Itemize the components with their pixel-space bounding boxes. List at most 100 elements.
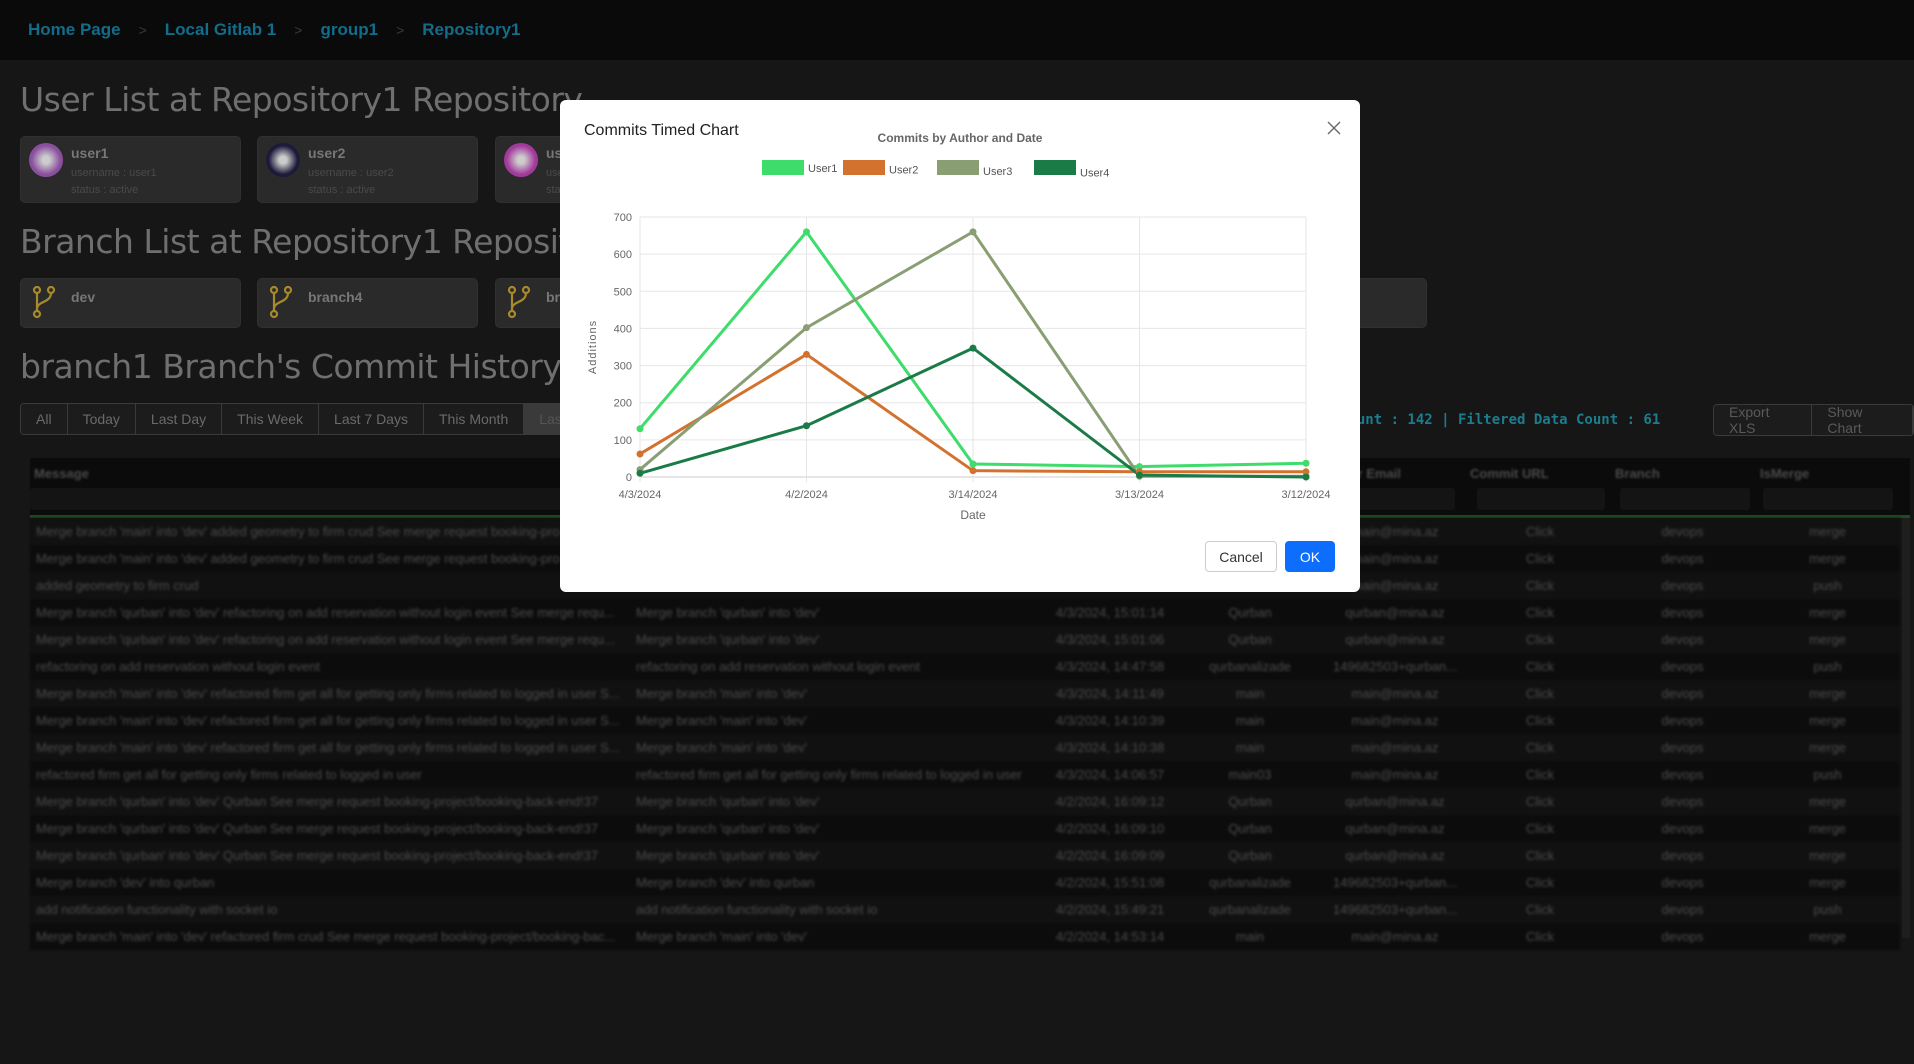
cell-commit-url[interactable]: Click [1470,713,1610,728]
filter-this-month[interactable]: This Month [423,404,525,434]
cell-branch: devops [1661,929,1704,944]
export-xls-button[interactable]: Export XLS [1714,405,1813,435]
table-row[interactable]: Merge branch 'main' into 'dev' refactore… [30,734,1900,761]
table-row[interactable]: Merge branch 'qurban' into 'dev' refacto… [30,599,1900,626]
data-count: Count : 142 | Filtered Data Count : 61 [1340,412,1661,428]
legend-item-user1[interactable]: User1 [762,160,837,175]
data-point-user3[interactable] [969,228,977,236]
data-point-user1[interactable] [803,228,810,236]
cell-date: 4/3/2024, 15:01:06 [1055,632,1165,647]
column-message[interactable]: Message [34,466,89,481]
cell-commit-url[interactable]: Click [1470,578,1610,593]
data-point-user4[interactable] [803,422,810,430]
y-tick-label: 700 [614,212,632,224]
table-row[interactable]: Merge branch 'dev' into qurban Merge bran… [30,869,1900,896]
table-row[interactable]: refactoring on add reservation without l… [30,653,1900,680]
table-scrollbar[interactable] [1902,518,1910,938]
cell-commit-url[interactable]: Click [1470,605,1610,620]
branch-filter-input[interactable] [1620,488,1750,510]
breadcrumb-repository[interactable]: Repository1 [422,20,520,40]
data-point-user1[interactable] [636,425,644,433]
cell-title: Merge branch 'qurban' into 'dev' [636,794,820,809]
filter-last-7-days[interactable]: Last 7 Days [319,404,424,434]
breadcrumb-gitlab[interactable]: Local Gitlab 1 [165,20,276,40]
filter-this-week[interactable]: This Week [222,404,320,434]
chevron-right-icon: > [138,22,147,38]
cell-commit-url[interactable]: Click [1470,902,1610,917]
breadcrumb-group[interactable]: group1 [320,20,378,40]
cell-commit-url[interactable]: Click [1470,551,1610,566]
legend-swatch [937,160,979,175]
filter-all[interactable]: All [21,404,68,434]
branch-card[interactable]: branch4 [257,278,478,328]
data-point-user2[interactable] [969,467,977,475]
table-row[interactable]: Merge branch 'main' into 'dev' refactore… [30,707,1900,734]
cell-email: qurban@mina.az [1345,605,1445,620]
branch-card[interactable]: dev [20,278,241,328]
cell-commit-url[interactable]: Click [1470,767,1610,782]
column-ismerge[interactable]: IsMerge [1760,466,1809,481]
data-point-user4[interactable] [1302,473,1310,481]
data-point-user1[interactable] [969,460,977,468]
cell-email: qurban@mina.az [1345,632,1445,647]
filter-last-day[interactable]: Last Day [135,404,223,434]
legend-item-user2[interactable]: User2 [843,160,918,177]
cell-ismerge: merge [1809,713,1846,728]
cell-date: 4/2/2024, 16:09:12 [1055,794,1165,809]
table-row[interactable]: Merge branch 'main' into 'dev' refactore… [30,680,1900,707]
table-row[interactable]: Merge branch 'qurban' into 'dev' refacto… [30,626,1900,653]
cell-branch: devops [1661,794,1704,809]
cell-commit-url[interactable]: Click [1470,632,1610,647]
ok-button[interactable]: OK [1285,541,1335,572]
user-card[interactable]: user1 username : user1 status : active [20,136,241,203]
data-point-user4[interactable] [636,469,644,477]
cancel-button[interactable]: Cancel [1205,541,1277,572]
cell-author: main [1235,686,1265,701]
cell-commit-url[interactable]: Click [1470,875,1610,890]
user-card[interactable]: user2 username : user2 status : active [257,136,478,203]
cell-commit-url[interactable]: Click [1470,524,1610,539]
cell-commit-url[interactable]: Click [1470,821,1610,836]
avatar [29,143,63,177]
column-branch[interactable]: Branch [1615,466,1660,481]
cell-author: main [1235,929,1265,944]
cell-commit-url[interactable]: Click [1470,686,1610,701]
message-filter-input[interactable] [30,488,630,510]
cell-email: qurban@mina.az [1345,821,1445,836]
table-row[interactable]: refactored firm get all for getting only… [30,761,1900,788]
legend-label: User3 [983,166,1012,178]
cell-commit-url[interactable]: Click [1470,794,1610,809]
data-point-user1[interactable] [1302,459,1310,467]
cell-commit-url[interactable]: Click [1470,848,1610,863]
table-row[interactable]: Merge branch 'qurban' into 'dev' Qurban … [30,788,1900,815]
data-point-user4[interactable] [969,344,977,352]
data-point-user2[interactable] [803,350,810,358]
column-commit-url[interactable]: Commit URL [1470,466,1549,481]
breadcrumb-home[interactable]: Home Page [28,20,121,40]
table-row[interactable]: Merge branch 'qurban' into 'dev' Qurban … [30,815,1900,842]
data-point-user4[interactable] [1136,471,1143,479]
cell-ismerge: merge [1809,524,1846,539]
y-axis-label: Additions [587,320,599,374]
cell-commit-url[interactable]: Click [1470,929,1610,944]
cell-email: 149682503+qurban... [1333,875,1457,890]
cell-title: Merge branch 'main' into 'dev' [636,929,808,944]
ismerge-filter-input[interactable] [1763,488,1893,510]
show-chart-button[interactable]: Show Chart [1812,405,1913,435]
cell-title: Merge branch 'main' into 'dev' [636,686,808,701]
data-point-user3[interactable] [803,324,810,332]
url-filter-input[interactable] [1477,488,1605,510]
legend-item-user4[interactable]: User4 [1034,160,1109,180]
table-row[interactable]: Merge branch 'main' into 'dev' refactore… [30,923,1900,950]
legend-item-user3[interactable]: User3 [937,160,1012,178]
cell-commit-url[interactable]: Click [1470,659,1610,674]
cell-branch: devops [1661,659,1704,674]
cell-title: Merge branch 'qurban' into 'dev' [636,848,820,863]
table-row[interactable]: add notification functionality with sock… [30,896,1900,923]
cell-email: qurban@mina.az [1345,794,1445,809]
cell-commit-url[interactable]: Click [1470,740,1610,755]
filter-today[interactable]: Today [67,404,136,434]
cell-branch: devops [1661,551,1704,566]
table-row[interactable]: Merge branch 'qurban' into 'dev' Qurban … [30,842,1900,869]
data-point-user2[interactable] [636,450,644,458]
